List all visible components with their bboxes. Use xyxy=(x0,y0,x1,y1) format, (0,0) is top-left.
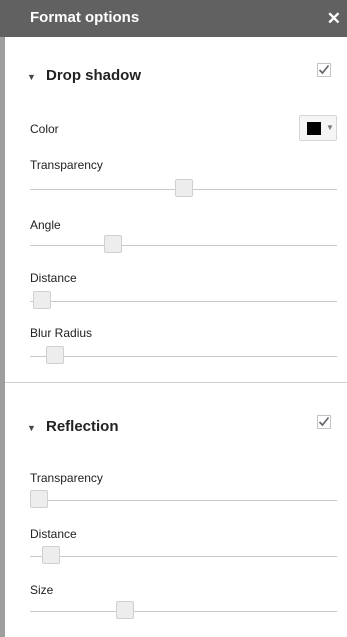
slider-track xyxy=(30,611,337,612)
slider-track xyxy=(30,301,337,302)
shadow-blur-radius-label: Blur Radius xyxy=(30,326,93,340)
shadow-distance-slider[interactable] xyxy=(30,291,337,311)
slider-thumb[interactable] xyxy=(174,179,193,197)
panel-title: Format options xyxy=(30,9,140,26)
shadow-angle-label: Angle xyxy=(30,218,61,232)
slider-thumb[interactable] xyxy=(30,490,49,508)
shadow-angle-slider[interactable] xyxy=(30,235,337,255)
reflection-transparency-label: Transparency xyxy=(30,471,103,485)
reflection-distance-label: Distance xyxy=(30,527,77,541)
slider-track xyxy=(30,556,337,557)
slider-thumb[interactable] xyxy=(116,601,135,619)
close-icon[interactable]: ✕ xyxy=(327,9,341,29)
reflection-distance-slider[interactable] xyxy=(30,546,337,566)
panel-left-edge xyxy=(0,0,5,637)
slider-thumb[interactable] xyxy=(45,346,64,364)
reflection-checkbox[interactable] xyxy=(317,415,331,429)
slider-thumb[interactable] xyxy=(103,235,122,253)
slider-track xyxy=(30,356,337,357)
color-label: Color xyxy=(30,122,59,136)
color-picker-button[interactable]: ▼ xyxy=(299,115,337,141)
reflection-size-slider[interactable] xyxy=(30,601,337,621)
drop-shadow-title[interactable]: Drop shadow xyxy=(46,67,141,84)
reflection-size-label: Size xyxy=(30,583,54,597)
chevron-down-icon: ▼ xyxy=(326,123,334,132)
shadow-transparency-label: Transparency xyxy=(30,158,103,172)
format-options-header: Format options ✕ xyxy=(0,0,347,37)
color-swatch xyxy=(307,122,321,135)
drop-shadow-checkbox[interactable] xyxy=(317,63,331,77)
slider-thumb[interactable] xyxy=(42,546,61,564)
slider-thumb[interactable] xyxy=(33,291,52,309)
shadow-distance-label: Distance xyxy=(30,271,77,285)
slider-track xyxy=(30,500,337,501)
section-divider xyxy=(5,382,347,383)
reflection-title[interactable]: Reflection xyxy=(46,418,119,435)
collapse-triangle-icon[interactable]: ▼ xyxy=(27,423,36,433)
collapse-triangle-icon[interactable]: ▼ xyxy=(27,72,36,82)
reflection-transparency-slider[interactable] xyxy=(30,490,337,510)
slider-track xyxy=(30,245,337,246)
shadow-transparency-slider[interactable] xyxy=(30,179,337,199)
shadow-blur-radius-slider[interactable] xyxy=(30,346,337,366)
